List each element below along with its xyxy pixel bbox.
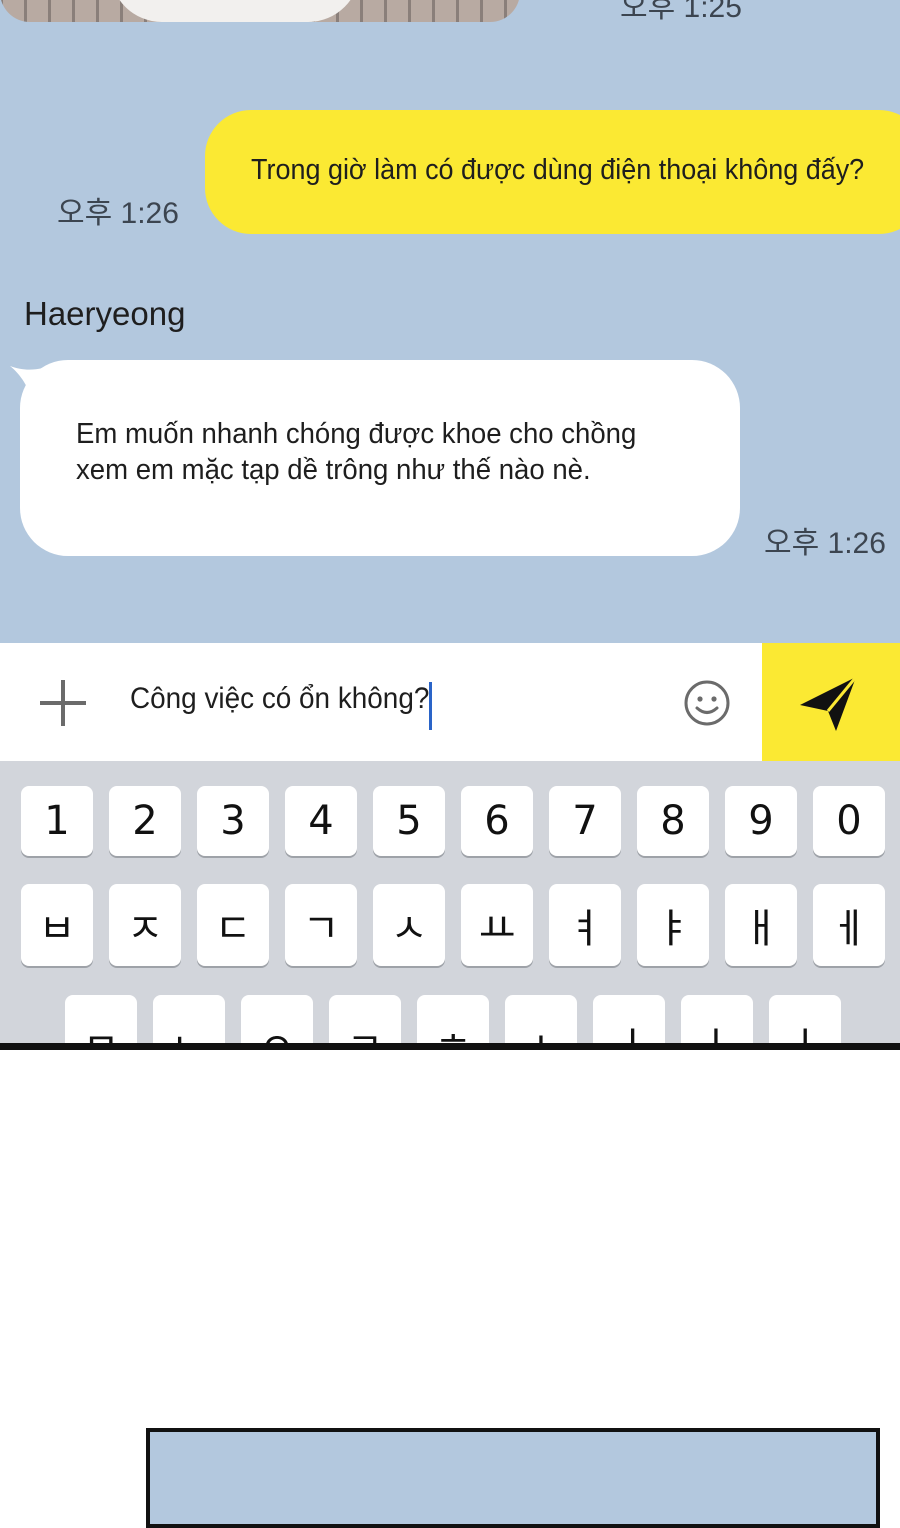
- key-jamo-bottom-2[interactable]: ㅇ: [241, 995, 313, 1043]
- incoming-message-bubble[interactable]: Em muốn nhanh chóng được khoe cho chồng …: [20, 360, 740, 556]
- key-jamo-1[interactable]: ㅈ: [109, 884, 181, 966]
- key-jamo-bottom-3[interactable]: ㄹ: [329, 995, 401, 1043]
- key-jamo-bottom-5[interactable]: ㅗ: [505, 995, 577, 1043]
- text-caret: [429, 682, 432, 730]
- outgoing-message-time: 오후 1:26: [57, 197, 179, 230]
- previous-message-time: 오후 1:25: [620, 0, 742, 24]
- key-jamo-bottom-4[interactable]: ㅎ: [417, 995, 489, 1043]
- key-jamo-3[interactable]: ㄱ: [285, 884, 357, 966]
- outgoing-message-bubble[interactable]: Trong giờ làm có được dùng điện thoại kh…: [205, 110, 900, 234]
- key-number-8[interactable]: 9: [725, 786, 797, 856]
- key-jamo-bottom-1[interactable]: ㄴ: [153, 995, 225, 1043]
- key-number-4[interactable]: 5: [373, 786, 445, 856]
- key-jamo-5[interactable]: ㅛ: [461, 884, 533, 966]
- key-number-9[interactable]: 0: [813, 786, 885, 856]
- key-number-5[interactable]: 6: [461, 786, 533, 856]
- key-number-0[interactable]: 1: [21, 786, 93, 856]
- key-jamo-6[interactable]: ㅕ: [549, 884, 621, 966]
- plus-icon[interactable]: [40, 680, 86, 726]
- key-number-3[interactable]: 4: [285, 786, 357, 856]
- incoming-message-time: 오후 1:26: [764, 527, 886, 560]
- key-jamo-9[interactable]: ㅔ: [813, 884, 885, 966]
- key-jamo-2[interactable]: ㄷ: [197, 884, 269, 966]
- key-jamo-8[interactable]: ㅐ: [725, 884, 797, 966]
- key-jamo-bottom-0[interactable]: ㅁ: [65, 995, 137, 1043]
- key-number-2[interactable]: 3: [197, 786, 269, 856]
- key-number-6[interactable]: 7: [549, 786, 621, 856]
- key-number-7[interactable]: 8: [637, 786, 709, 856]
- message-input[interactable]: Công việc có ổn không?: [130, 682, 429, 716]
- panel-border: [0, 1043, 900, 1050]
- key-jamo-bottom-8[interactable]: ㅣ: [769, 995, 841, 1043]
- key-jamo-0[interactable]: ㅂ: [21, 884, 93, 966]
- key-jamo-4[interactable]: ㅅ: [373, 884, 445, 966]
- key-number-1[interactable]: 2: [109, 786, 181, 856]
- keyboard: 1234567890 ㅂㅈㄷㄱㅅㅛㅕㅑㅐㅔㅁㄴㅇㄹㅎㅗㅓㅏㅣ: [0, 761, 900, 1043]
- incoming-message-text: Em muốn nhanh chóng được khoe cho chồng …: [76, 418, 637, 486]
- key-jamo-bottom-6[interactable]: ㅓ: [593, 995, 665, 1043]
- sender-name: Haeryeong: [24, 295, 186, 332]
- key-jamo-7[interactable]: ㅑ: [637, 884, 709, 966]
- smiley-icon[interactable]: [683, 679, 731, 727]
- chat-area: 오후 1:25 오후 1:26 Trong giờ làm có được dù…: [0, 0, 900, 643]
- outgoing-message-text: Trong giờ làm có được dùng điện thoại kh…: [251, 154, 865, 186]
- previous-photo-message[interactable]: [0, 0, 520, 22]
- key-jamo-bottom-7[interactable]: ㅏ: [681, 995, 753, 1043]
- photo-figure: [110, 0, 360, 22]
- paper-plane-icon: [800, 676, 858, 731]
- next-panel: [146, 1428, 880, 1528]
- send-button[interactable]: [762, 643, 900, 761]
